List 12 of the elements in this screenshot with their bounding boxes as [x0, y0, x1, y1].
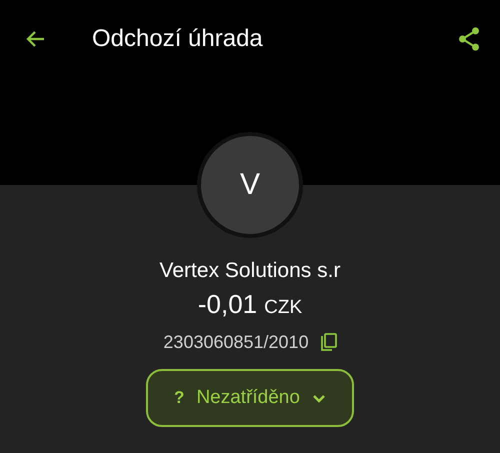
screen-title: Odchozí úhrada	[92, 25, 264, 53]
category-label: Nezatříděno	[196, 387, 300, 409]
counterparty-name: Vertex Solutions s.r	[160, 259, 340, 283]
currency: CZK	[264, 297, 302, 319]
amount: -0,01	[198, 289, 258, 320]
category-dropdown[interactable]: ? Nezatříděno	[146, 369, 354, 427]
copy-icon[interactable]	[320, 333, 337, 352]
share-icon[interactable]	[456, 26, 482, 52]
avatar: V	[197, 132, 303, 238]
chevron-down-icon	[312, 394, 326, 402]
question-icon: ?	[174, 388, 184, 408]
account-number: 2303060851/2010	[163, 332, 309, 353]
